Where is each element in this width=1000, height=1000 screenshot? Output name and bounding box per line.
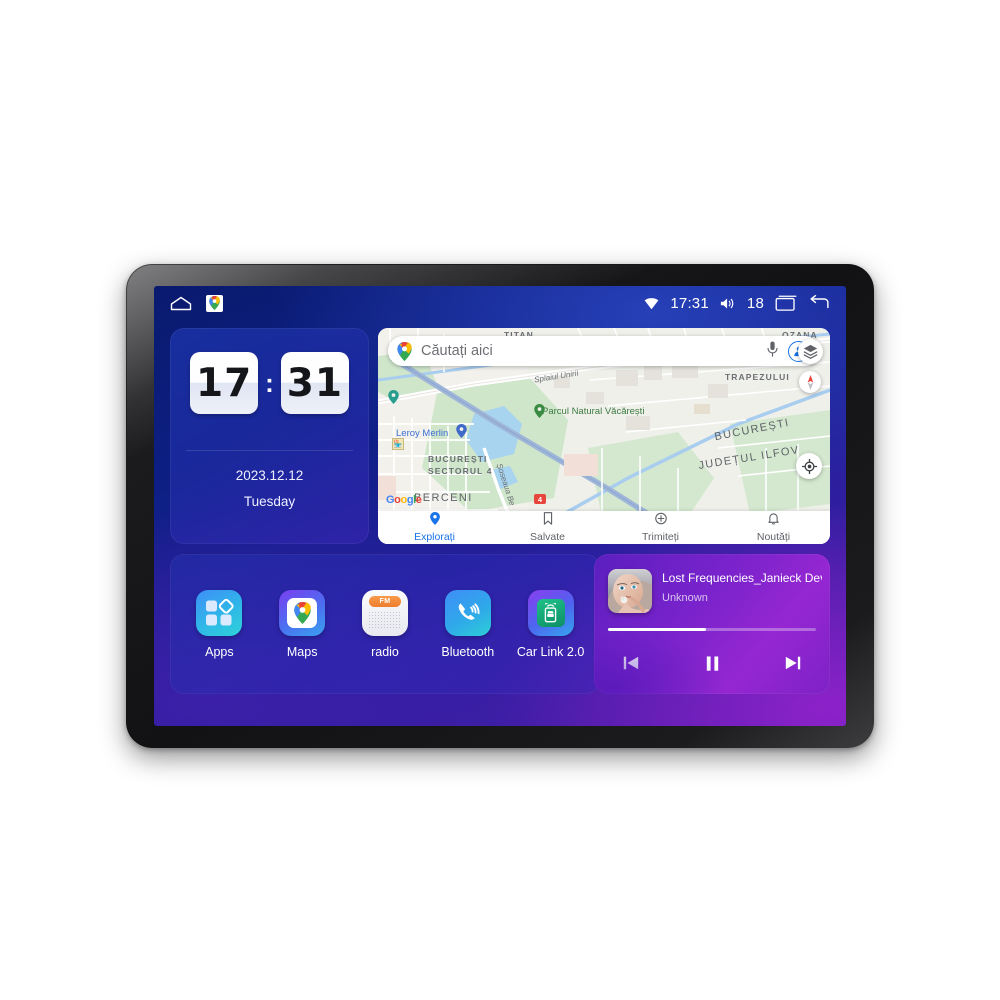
- google-attribution: Google: [386, 494, 422, 506]
- volume-level: 18: [746, 294, 764, 312]
- map-tab-label: Explorați: [414, 531, 455, 543]
- previous-track-icon: [623, 656, 639, 670]
- explore-pin-icon: [429, 512, 440, 530]
- google-maps-icon: [279, 589, 326, 636]
- album-art: [608, 569, 652, 613]
- play-pause-button[interactable]: [703, 654, 722, 673]
- clock-widget[interactable]: 17 : 31 2023.12.12 Tuesday: [170, 328, 369, 544]
- status-time: 17:31: [670, 294, 709, 312]
- back-icon[interactable]: [808, 295, 830, 311]
- map-search-bar[interactable]: Căutați aici: [388, 336, 820, 366]
- track-title: Lost Frequencies_Janieck Devy-...: [662, 571, 822, 585]
- map-widget[interactable]: TITAN OZANA TRAPEZULUI Splaiul Unirii Un…: [378, 328, 830, 544]
- fm-radio-icon: FM: [361, 589, 408, 636]
- track-artist: Unknown: [662, 592, 708, 604]
- dock-item-bluetooth[interactable]: Bluetooth: [432, 589, 504, 659]
- poi-pin-teal-icon: [388, 390, 399, 404]
- dock-item-maps[interactable]: Maps: [266, 589, 338, 659]
- apps-grid-icon: [196, 589, 243, 636]
- map-tab-label: Trimiteți: [642, 531, 679, 543]
- next-track-icon: [785, 656, 801, 670]
- device-screen: 17:31 18 17: 31 2023.12.12 Tuesday TITA…: [154, 286, 846, 726]
- car-link-icon: [527, 589, 574, 636]
- previous-track-button[interactable]: [622, 654, 640, 672]
- home-icon[interactable]: [170, 296, 192, 311]
- pause-icon: [706, 655, 718, 671]
- dock-item-label: Bluetooth: [441, 644, 495, 659]
- car-link-inner: [536, 598, 565, 627]
- dock-item-label: Car Link 2.0: [516, 644, 585, 659]
- recents-icon[interactable]: [775, 295, 797, 311]
- bell-icon: [768, 512, 779, 530]
- clock-minutes: 31: [280, 352, 349, 414]
- volume-icon[interactable]: [720, 297, 736, 310]
- google-maps-pin-icon: [397, 341, 412, 361]
- dock-item-radio[interactable]: FM radio: [349, 589, 421, 659]
- clock-hours: 17: [190, 352, 259, 414]
- poi-marker-store-icon: 🏪: [392, 438, 404, 450]
- clock-weekday: Tuesday: [243, 494, 296, 509]
- map-compass-button[interactable]: [799, 371, 821, 393]
- map-tab-explorati[interactable]: Explorați: [378, 512, 491, 543]
- dock-item-label: Apps: [205, 644, 234, 659]
- fm-badge: FM: [368, 595, 401, 607]
- progress-bar[interactable]: [608, 628, 816, 631]
- car-head-unit-device: 17:31 18 17: 31 2023.12.12 Tuesday TITA…: [126, 264, 874, 748]
- next-track-button[interactable]: [784, 654, 802, 672]
- progress-fill: [608, 628, 706, 631]
- dock-item-label: radio: [371, 644, 399, 659]
- map-tab-label: Salvate: [529, 531, 566, 543]
- map-bottom-navigation: Explorați Salvate Trimiteți Noutăți: [378, 511, 830, 544]
- contribute-plus-icon: [654, 512, 667, 530]
- dock-item-apps[interactable]: Apps: [183, 589, 255, 659]
- my-location-button[interactable]: [796, 453, 822, 479]
- map-layers-button[interactable]: [798, 339, 823, 364]
- google-maps-notification-icon[interactable]: [206, 294, 223, 312]
- music-player-widget[interactable]: Lost Frequencies_Janieck Devy-... Unknow…: [594, 554, 830, 694]
- dock-item-car-link[interactable]: Car Link 2.0: [515, 589, 587, 659]
- clock-divider: [186, 450, 353, 451]
- clock-separator: :: [265, 368, 274, 398]
- wifi-icon: [644, 297, 659, 310]
- poi-pin-business-icon: [456, 424, 467, 438]
- clock-date: 2023.12.12: [235, 468, 304, 483]
- maps-icon-inner: [287, 597, 318, 628]
- map-tab-trimiteti[interactable]: Trimiteți: [604, 512, 717, 543]
- flip-clock: 17 : 31: [170, 352, 369, 414]
- compass-icon: [807, 374, 813, 390]
- map-search-input[interactable]: Căutați aici: [421, 343, 767, 359]
- my-location-icon: [801, 458, 817, 474]
- map-tab-salvate[interactable]: Salvate: [491, 512, 604, 543]
- media-controls: [608, 644, 816, 682]
- highway-badge: 4: [534, 494, 546, 504]
- dock-item-label: Maps: [286, 644, 318, 659]
- app-dock: Apps Maps FM radio Bluetooth Car Link 2.…: [170, 554, 600, 694]
- map-layers-icon: [803, 344, 818, 359]
- map-tab-noutati[interactable]: Noutăți: [717, 512, 830, 543]
- bluetooth-phone-icon: [444, 589, 491, 636]
- radio-grille: [367, 610, 402, 630]
- bookmark-icon: [543, 512, 553, 530]
- status-bar: 17:31 18: [154, 286, 846, 320]
- poi-pin-park-icon: [534, 404, 545, 418]
- microphone-icon[interactable]: [767, 341, 778, 362]
- map-tab-label: Noutăți: [756, 531, 791, 543]
